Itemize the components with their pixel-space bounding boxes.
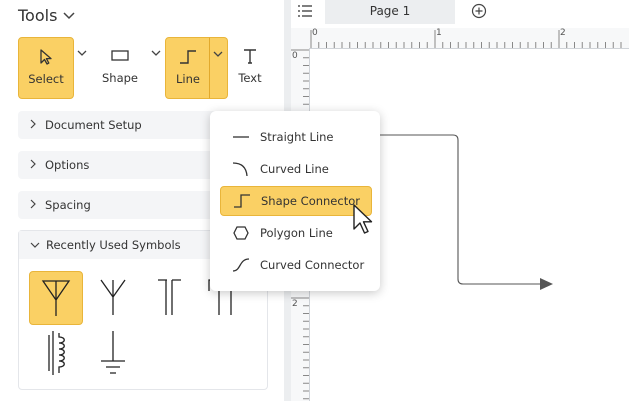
chevron-right-icon — [30, 119, 36, 129]
curved-connector-icon — [232, 258, 250, 272]
add-page-icon[interactable] — [471, 3, 487, 19]
antenna-symbol[interactable] — [29, 271, 83, 325]
polygon-line-option[interactable]: Polygon Line — [220, 219, 370, 247]
hamburger-menu-icon[interactable] — [297, 4, 313, 18]
ruler-label-0: 0 — [292, 51, 298, 61]
horizontal-ruler: 0 1 2 — [309, 28, 629, 49]
double-post-symbol-icon — [158, 279, 181, 315]
arrowhead — [540, 278, 553, 290]
page-tab-label: Page 1 — [369, 4, 411, 18]
page-tab[interactable]: Page 1 — [325, 0, 455, 24]
line-tool-label: Line — [176, 72, 200, 86]
double-post-symbol[interactable] — [143, 271, 195, 323]
section-label: Spacing — [45, 198, 91, 212]
ground-symbol[interactable] — [87, 327, 139, 379]
option-label: Curved Line — [260, 162, 329, 176]
page-tab-bar: Page 1 — [291, 0, 629, 24]
chevron-down-icon — [30, 242, 40, 248]
cursor-icon — [40, 49, 52, 65]
line-tool-button[interactable]: Line — [165, 37, 211, 99]
ruler-label-2: 2 — [292, 299, 298, 309]
mouse-cursor-icon — [353, 204, 373, 234]
chevron-right-icon — [30, 199, 36, 209]
text-icon — [244, 49, 256, 64]
chevron-down-icon[interactable] — [77, 50, 87, 57]
ruler-label-0: 0 — [312, 28, 318, 38]
shape-tool-button[interactable]: Shape — [94, 37, 146, 97]
section-label: Recently Used Symbols — [46, 238, 181, 252]
ruler-corner — [291, 28, 309, 48]
text-tool-label: Text — [238, 71, 262, 85]
curved-line-option[interactable]: Curved Line — [220, 155, 370, 183]
curved-line-icon — [232, 162, 248, 177]
polygon-line-icon — [233, 226, 249, 240]
inductor-core-symbol[interactable] — [29, 327, 81, 379]
section-label: Document Setup — [45, 118, 142, 132]
option-label: Shape Connector — [261, 194, 360, 208]
chevron-down-icon — [213, 51, 223, 57]
shape-tool-label: Shape — [101, 71, 138, 85]
ground-symbol-icon — [101, 331, 125, 374]
straight-line-icon — [233, 136, 249, 138]
horizontal-ruler-ticks — [310, 30, 622, 48]
chevron-down-icon[interactable] — [151, 50, 161, 57]
inductor-core-symbol-icon — [48, 331, 65, 375]
curved-connector-option[interactable]: Curved Connector — [220, 251, 370, 279]
ruler-label-2: 2 — [560, 28, 566, 38]
line-tool-dropdown-toggle[interactable] — [209, 37, 228, 99]
antenna-y-symbol[interactable] — [87, 271, 139, 323]
option-label: Polygon Line — [260, 226, 333, 240]
connector-line-icon — [180, 50, 196, 64]
antenna-symbol-icon — [41, 280, 71, 316]
straight-line-option[interactable]: Straight Line — [220, 123, 370, 151]
select-tool-label: Select — [28, 72, 64, 86]
option-label: Curved Connector — [260, 258, 365, 272]
connector-path — [370, 134, 542, 285]
tools-header[interactable]: Tools — [18, 6, 75, 25]
chevron-down-icon — [63, 11, 75, 19]
line-type-menu: Straight Line Curved Line Shape Connecto… — [210, 111, 380, 291]
rectangle-icon — [111, 50, 129, 61]
ruler-label-1: 1 — [436, 28, 442, 38]
tools-title: Tools — [18, 6, 58, 25]
option-label: Straight Line — [260, 130, 334, 144]
shape-connector-icon — [234, 194, 250, 208]
select-tool-button[interactable]: Select — [18, 37, 74, 99]
section-label: Options — [45, 158, 90, 172]
chevron-right-icon — [30, 159, 36, 169]
text-tool-button[interactable]: Text — [230, 37, 270, 97]
antenna-y-symbol-icon — [100, 279, 126, 315]
shape-connector-option[interactable]: Shape Connector — [220, 186, 372, 216]
